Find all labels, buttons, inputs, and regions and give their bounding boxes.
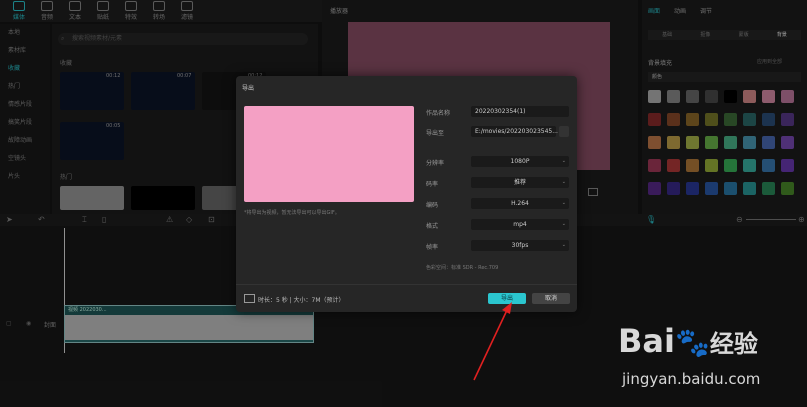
codec-select[interactable]: H.264 ⌄ xyxy=(471,198,569,209)
export-summary: 时长：5 秒 | 大小：7M（预计） xyxy=(258,297,345,304)
bitrate-select[interactable]: 推荐 ⌄ xyxy=(471,177,569,188)
chevron-down-icon: ⌄ xyxy=(561,242,566,248)
baidu-url: jingyan.baidu.com xyxy=(622,370,761,388)
chevron-down-icon: ⌄ xyxy=(561,158,566,164)
export-path-input[interactable]: E:/movies/202203023545... xyxy=(471,126,558,137)
name-input[interactable]: 20220302354(1) xyxy=(471,106,569,117)
framerate-select[interactable]: 30fps ⌄ xyxy=(471,240,569,251)
footer-divider xyxy=(236,284,577,285)
resolution-select[interactable]: 1080P ⌄ xyxy=(471,156,569,167)
bitrate-label: 码率 xyxy=(426,181,439,188)
baidu-logo: Bai🐾经验 xyxy=(618,322,758,360)
color-space-info: 色彩空间：标准 SDR - Rec.709 xyxy=(426,265,499,271)
film-icon xyxy=(244,294,255,303)
annotation-arrow xyxy=(473,302,512,381)
chevron-down-icon: ⌄ xyxy=(561,200,566,206)
export-preview xyxy=(244,106,414,202)
paw-icon: 🐾 xyxy=(674,326,710,359)
name-label: 作品名称 xyxy=(426,110,451,117)
export-hint: *将导出为视频，暂无法导出可以导出GIF。 xyxy=(244,210,340,216)
chevron-down-icon: ⌄ xyxy=(561,179,566,185)
cancel-button[interactable]: 取消 xyxy=(532,293,570,304)
chevron-down-icon: ⌄ xyxy=(561,221,566,227)
framerate-label: 帧率 xyxy=(426,244,439,251)
resolution-label: 分辨率 xyxy=(426,160,445,167)
format-select[interactable]: mp4 ⌄ xyxy=(471,219,569,230)
export-dialog: 导出 *将导出为视频，暂无法导出可以导出GIF。 作品名称 2022030235… xyxy=(236,76,577,312)
format-label: 格式 xyxy=(426,223,439,230)
codec-label: 编码 xyxy=(426,202,439,209)
folder-icon[interactable] xyxy=(559,126,569,137)
export-to-label: 导出至 xyxy=(426,130,445,137)
dialog-title: 导出 xyxy=(242,85,255,92)
